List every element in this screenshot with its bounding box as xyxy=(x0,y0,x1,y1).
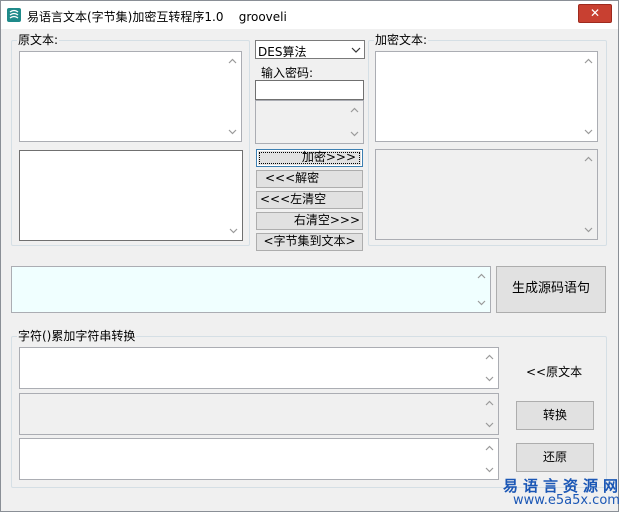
encrypted-text-scrollbar[interactable] xyxy=(580,52,597,141)
encrypted-bytes-output[interactable] xyxy=(375,149,598,240)
source-code-scrollbar[interactable] xyxy=(473,267,490,312)
chevron-down-icon[interactable] xyxy=(584,225,593,234)
encrypted-bytes-scrollbar[interactable] xyxy=(580,150,597,239)
decrypt-button[interactable]: <<<解密 xyxy=(256,170,363,188)
close-icon: ✕ xyxy=(589,6,601,20)
chevron-up-icon[interactable] xyxy=(485,353,494,362)
chevron-down-icon[interactable] xyxy=(584,127,593,136)
chevron-up-icon[interactable] xyxy=(485,399,494,408)
bytes-to-text-button[interactable]: <字节集到文本> xyxy=(256,233,363,251)
generate-code-button[interactable]: 生成源码语句 xyxy=(496,266,606,313)
clear-right-button[interactable]: 右清空>>> xyxy=(256,212,363,230)
chevron-down-icon[interactable] xyxy=(228,127,237,136)
encrypted-text-label: 加密文本: xyxy=(374,33,429,47)
close-button[interactable]: ✕ xyxy=(578,4,612,23)
chevron-down-icon[interactable] xyxy=(485,374,494,383)
convert-source-scrollbar[interactable] xyxy=(481,348,498,388)
chevron-down-icon[interactable] xyxy=(485,420,494,429)
watermark-url: www.e5a5x.com xyxy=(513,493,619,508)
convert-button[interactable]: 转换 xyxy=(516,401,594,430)
chevron-up-icon[interactable] xyxy=(584,57,593,66)
password-extra-scrollbar[interactable] xyxy=(346,101,363,143)
chevron-down-icon[interactable] xyxy=(485,465,494,474)
chevron-down-icon[interactable] xyxy=(351,46,361,54)
chevron-up-icon[interactable] xyxy=(350,106,359,115)
chevron-down-icon[interactable] xyxy=(477,298,486,307)
restore-button[interactable]: 还原 xyxy=(516,443,594,472)
chevron-up-icon[interactable] xyxy=(485,444,494,453)
convert-result-scrollbar[interactable] xyxy=(481,439,498,479)
algorithm-select-value: DES算法 xyxy=(258,45,307,59)
focus-ring xyxy=(259,152,360,164)
encrypted-text-output[interactable] xyxy=(375,51,598,142)
chevron-up-icon[interactable] xyxy=(584,155,593,164)
source-text-label: 原文本: xyxy=(17,33,60,47)
source-text-scrollbar[interactable] xyxy=(224,52,241,141)
source-bytes-output[interactable] xyxy=(19,150,243,241)
window-title: 易语言文本(字节集)加密互转程序1.0 grooveli xyxy=(27,10,287,24)
convert-result-output[interactable] xyxy=(19,438,499,480)
source-code-output[interactable] xyxy=(11,266,491,313)
chevron-down-icon[interactable] xyxy=(350,129,359,138)
convert-middle-scrollbar[interactable] xyxy=(481,394,498,434)
char-convert-label: 字符()累加字符串转换 xyxy=(17,329,137,343)
password-extra-box xyxy=(255,100,364,144)
source-text-input[interactable] xyxy=(19,51,242,142)
algorithm-select[interactable]: DES算法 xyxy=(255,40,365,59)
chevron-down-icon[interactable] xyxy=(229,226,238,235)
original-text-label: <<原文本 xyxy=(526,365,583,379)
password-label: 输入密码: xyxy=(261,66,314,80)
convert-source-input[interactable] xyxy=(19,347,499,389)
chevron-up-icon[interactable] xyxy=(477,272,486,281)
source-bytes-scrollbar[interactable] xyxy=(225,151,242,240)
convert-middle-output[interactable] xyxy=(19,393,499,435)
encrypt-button[interactable]: 加密>>> xyxy=(256,149,363,167)
title-bar[interactable]: 易语言文本(字节集)加密互转程序1.0 grooveli xyxy=(1,1,618,29)
chevron-up-icon[interactable] xyxy=(228,57,237,66)
password-input[interactable] xyxy=(255,80,364,100)
app-icon xyxy=(6,7,22,23)
clear-left-button[interactable]: <<<左清空 xyxy=(256,191,363,209)
